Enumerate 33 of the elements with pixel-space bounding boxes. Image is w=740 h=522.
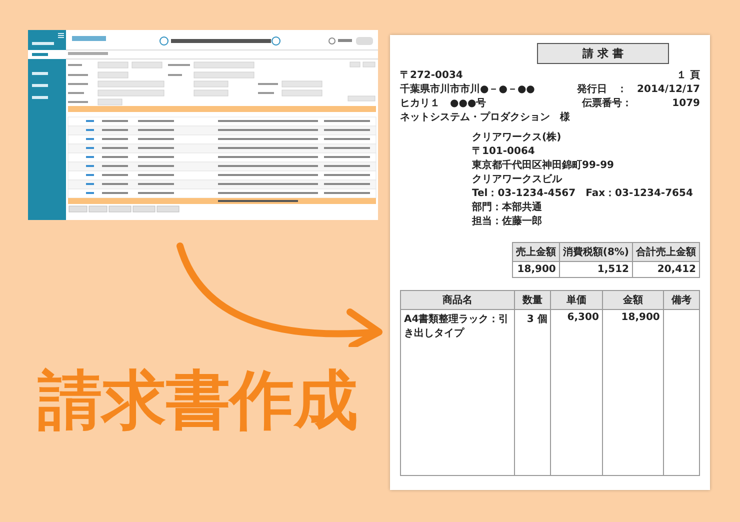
- issuer-line: 〒101-0064: [472, 146, 536, 158]
- invoice-title: 請 求 書: [537, 43, 669, 64]
- summary-value: 18,900: [512, 262, 560, 278]
- customer-name: ネットシステム・プロダクション 様: [400, 112, 570, 124]
- headline: 請求書作成: [38, 369, 359, 433]
- table-cell: 6,300: [567, 312, 599, 323]
- column-header: 備考: [663, 290, 700, 310]
- meta-label: 発行日 ：: [577, 84, 628, 96]
- meta-label: 伝票番号：: [582, 98, 632, 110]
- summary-value: 20,412: [632, 262, 700, 278]
- page-number: １ 頁: [676, 70, 700, 82]
- meta-value: 2014/12/17: [637, 84, 700, 96]
- customer-address-line: ヒカリ１ ●●●号: [400, 98, 488, 110]
- issuer-line: クリアワークスビル: [472, 174, 564, 186]
- customer-address-line: 千葉県市川市市川●－●－●●: [400, 84, 536, 96]
- summary-header: 消費税額(8%): [559, 242, 632, 262]
- issuer-line: Tel：03-1234-4567 Fax：03-1234-7654: [472, 188, 694, 200]
- table-cell: 18,900: [621, 312, 660, 323]
- column-header: 数量: [514, 290, 551, 310]
- customer-address-line: 〒272-0034: [400, 70, 464, 82]
- column-header: 単価: [550, 290, 602, 310]
- column-header: 金額: [602, 290, 664, 310]
- issuer-line: 部門：本部共通: [472, 202, 543, 214]
- issuer-line: クリアワークス(株): [472, 132, 562, 144]
- column-header: 商品名: [400, 290, 514, 310]
- summary-header: 売上金額: [512, 242, 560, 262]
- summary-header: 合計売上金額: [632, 242, 700, 262]
- table-cell: A4書類整理ラック：引き出しタイプ: [404, 314, 509, 339]
- issuer-line: 担当：佐藤一郎: [472, 216, 543, 228]
- issuer-line: 東京都千代田区神田錦町99-99: [472, 160, 615, 172]
- table-cell: 3 個: [526, 314, 548, 325]
- summary-value: 1,512: [559, 262, 632, 278]
- meta-value: 1079: [671, 98, 700, 110]
